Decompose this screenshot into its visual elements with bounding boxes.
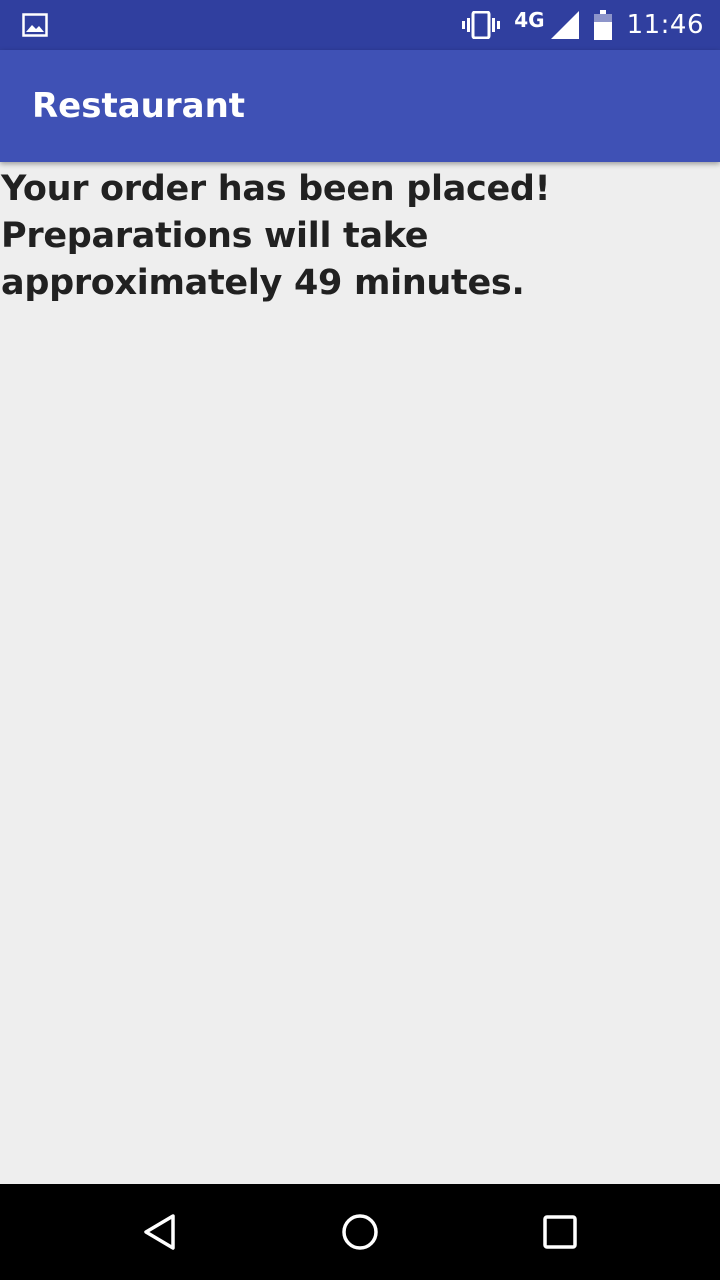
- navigation-bar: [0, 1184, 720, 1280]
- status-bar: 4G 11:46: [0, 0, 720, 50]
- battery-icon: [593, 10, 612, 40]
- preparation-time-line: Preparations will take approximately 49 …: [1, 216, 525, 303]
- order-placed-line: Your order has been placed!: [1, 169, 551, 209]
- app-bar: Restaurant: [0, 50, 720, 162]
- main-content: Your order has been placed! Preparations…: [0, 166, 720, 307]
- recents-square-icon[interactable]: [540, 1212, 580, 1252]
- back-triangle-icon[interactable]: [140, 1212, 180, 1252]
- status-indicators: 4G 11:46: [462, 0, 704, 50]
- vibrate-icon: [462, 11, 501, 39]
- signal-icon: [550, 11, 579, 39]
- home-circle-icon[interactable]: [340, 1212, 380, 1252]
- image-icon: [22, 13, 48, 37]
- order-confirmation-text: Your order has been placed! Preparations…: [0, 166, 720, 307]
- app-title: Restaurant: [32, 86, 246, 126]
- clock: 11:46: [626, 10, 704, 40]
- network-type-label: 4G: [514, 8, 545, 32]
